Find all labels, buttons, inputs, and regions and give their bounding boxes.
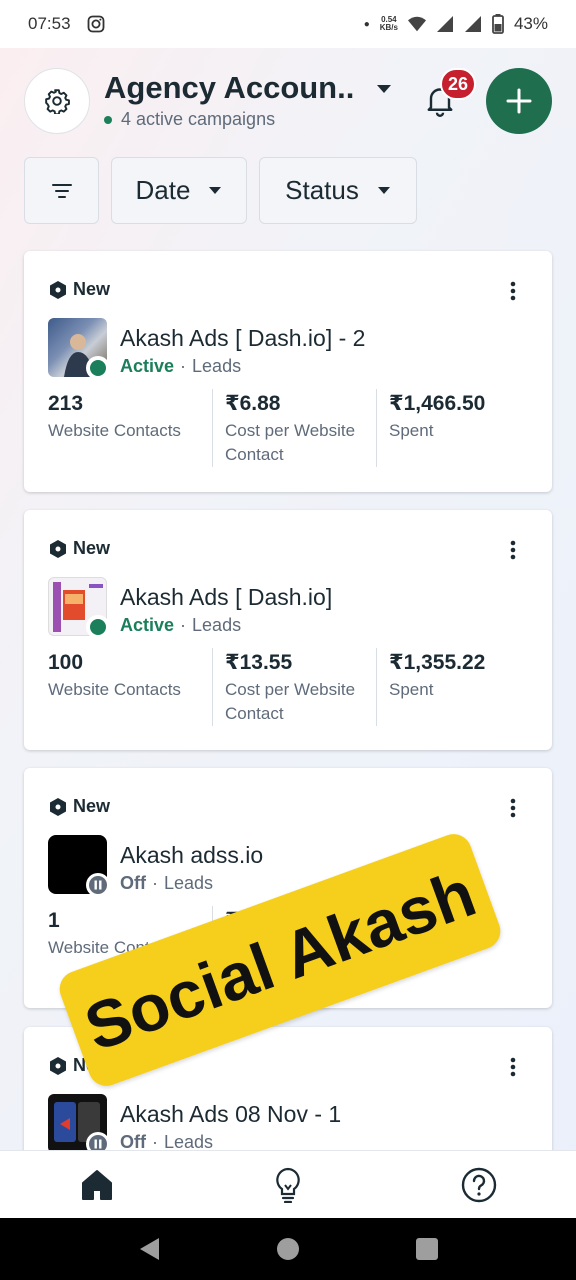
create-campaign-button[interactable] — [486, 68, 552, 134]
date-filter-label: Date — [135, 175, 191, 205]
active-campaigns-text: 4 active campaigns — [121, 109, 276, 129]
clock: 07:53 — [28, 14, 71, 33]
metric-label: Spent — [389, 421, 434, 440]
hexagon-icon — [50, 797, 66, 816]
status-filter-label: Status — [285, 175, 359, 205]
status-indicator — [86, 615, 110, 639]
plus-icon — [506, 88, 532, 114]
account-name[interactable]: Agency Accoun.. — [104, 70, 354, 106]
filter-icon — [51, 183, 72, 198]
recents-icon[interactable] — [415, 1237, 439, 1261]
status-bar: 07:53 ● 0.54 KB/s 43% — [0, 0, 576, 48]
caret-down-icon — [209, 187, 222, 194]
metric-value: 213 — [48, 392, 84, 415]
filter-bar: Date Status — [24, 157, 417, 224]
bottom-navigation — [0, 1150, 576, 1218]
settings-button[interactable] — [24, 68, 90, 134]
battery-percent: 43% — [513, 14, 548, 33]
home-icon[interactable] — [79, 1168, 115, 1202]
campaign-card[interactable]: New Akash Ads [ Dash.io] Active · Leads 10… — [24, 510, 552, 750]
hexagon-icon — [50, 1056, 66, 1075]
filter-button[interactable] — [24, 157, 99, 224]
active-dot-icon — [104, 115, 112, 124]
campaign-name[interactable]: Akash Ads [ Dash.io] - 2 — [120, 325, 365, 352]
pause-icon — [89, 876, 107, 894]
metric-value: 100 — [48, 651, 84, 674]
dot-indicator-icon: ● — [363, 18, 370, 30]
metric-label: Cost per Website Contact — [225, 680, 356, 723]
lightbulb-icon[interactable] — [273, 1167, 303, 1203]
notification-badge[interactable]: 26 — [440, 68, 477, 100]
help-icon[interactable] — [461, 1167, 497, 1203]
more-options-icon[interactable] — [510, 540, 516, 560]
caret-down-icon[interactable] — [376, 84, 392, 94]
gear-icon — [45, 89, 70, 114]
metric-label: Website Contacts — [48, 421, 181, 440]
new-tag: New — [50, 538, 110, 559]
campaign-metrics: 213 Website Contacts ₹6.88 Cost per Websit… — [48, 389, 536, 467]
system-navigation-bar — [0, 1218, 576, 1280]
app-header: Agency Accoun.. 4 active campaigns 26 — [0, 48, 576, 158]
caret-down-icon — [377, 187, 390, 194]
metric-label: Website Contacts — [48, 680, 181, 699]
campaign-name[interactable]: Akash adss.io — [120, 842, 263, 869]
instagram-icon — [87, 15, 104, 33]
hexagon-icon — [50, 280, 66, 299]
campaign-status: Active · Leads — [120, 615, 242, 635]
campaign-card[interactable]: New Akash Ads [ Dash.io] - 2 Active · Lead… — [24, 251, 552, 492]
active-campaigns-summary: 4 active campaigns — [104, 109, 275, 130]
hexagon-icon — [50, 539, 66, 558]
more-options-icon[interactable] — [510, 1057, 516, 1077]
metric-label: Spent — [389, 680, 434, 699]
campaign-status: Active · Leads — [120, 356, 242, 376]
metric-value: ₹1,466.50 — [389, 392, 486, 415]
more-options-icon[interactable] — [510, 798, 516, 818]
status-filter-dropdown[interactable]: Status — [259, 157, 417, 224]
metric-value: ₹6.88 — [225, 392, 281, 415]
signal-icon — [436, 16, 453, 32]
campaign-name[interactable]: Akash Ads 08 Nov - 1 — [120, 1101, 341, 1128]
home-circle-icon[interactable] — [276, 1237, 300, 1261]
status-indicator — [86, 356, 110, 380]
date-filter-dropdown[interactable]: Date — [111, 157, 247, 224]
new-tag: New — [50, 279, 110, 300]
back-icon[interactable] — [137, 1236, 161, 1262]
metric-label: Cost per Website Contact — [225, 421, 356, 464]
campaign-status: Off · Leads — [120, 873, 214, 893]
more-options-icon[interactable] — [510, 281, 516, 301]
campaign-metrics: 100 Website Contacts ₹13.55 Cost per Websi… — [48, 648, 536, 726]
new-tag: New — [50, 796, 110, 817]
wifi-icon — [407, 16, 426, 32]
battery-icon — [492, 14, 504, 34]
signal-icon-2 — [464, 16, 481, 32]
campaign-name[interactable]: Akash Ads [ Dash.io] — [120, 584, 332, 611]
metric-value: ₹1,355.22 — [389, 651, 486, 674]
net-speed: 0.54 KB/s — [379, 15, 398, 32]
paused-indicator — [86, 873, 110, 897]
metric-value: ₹13.55 — [225, 651, 293, 674]
